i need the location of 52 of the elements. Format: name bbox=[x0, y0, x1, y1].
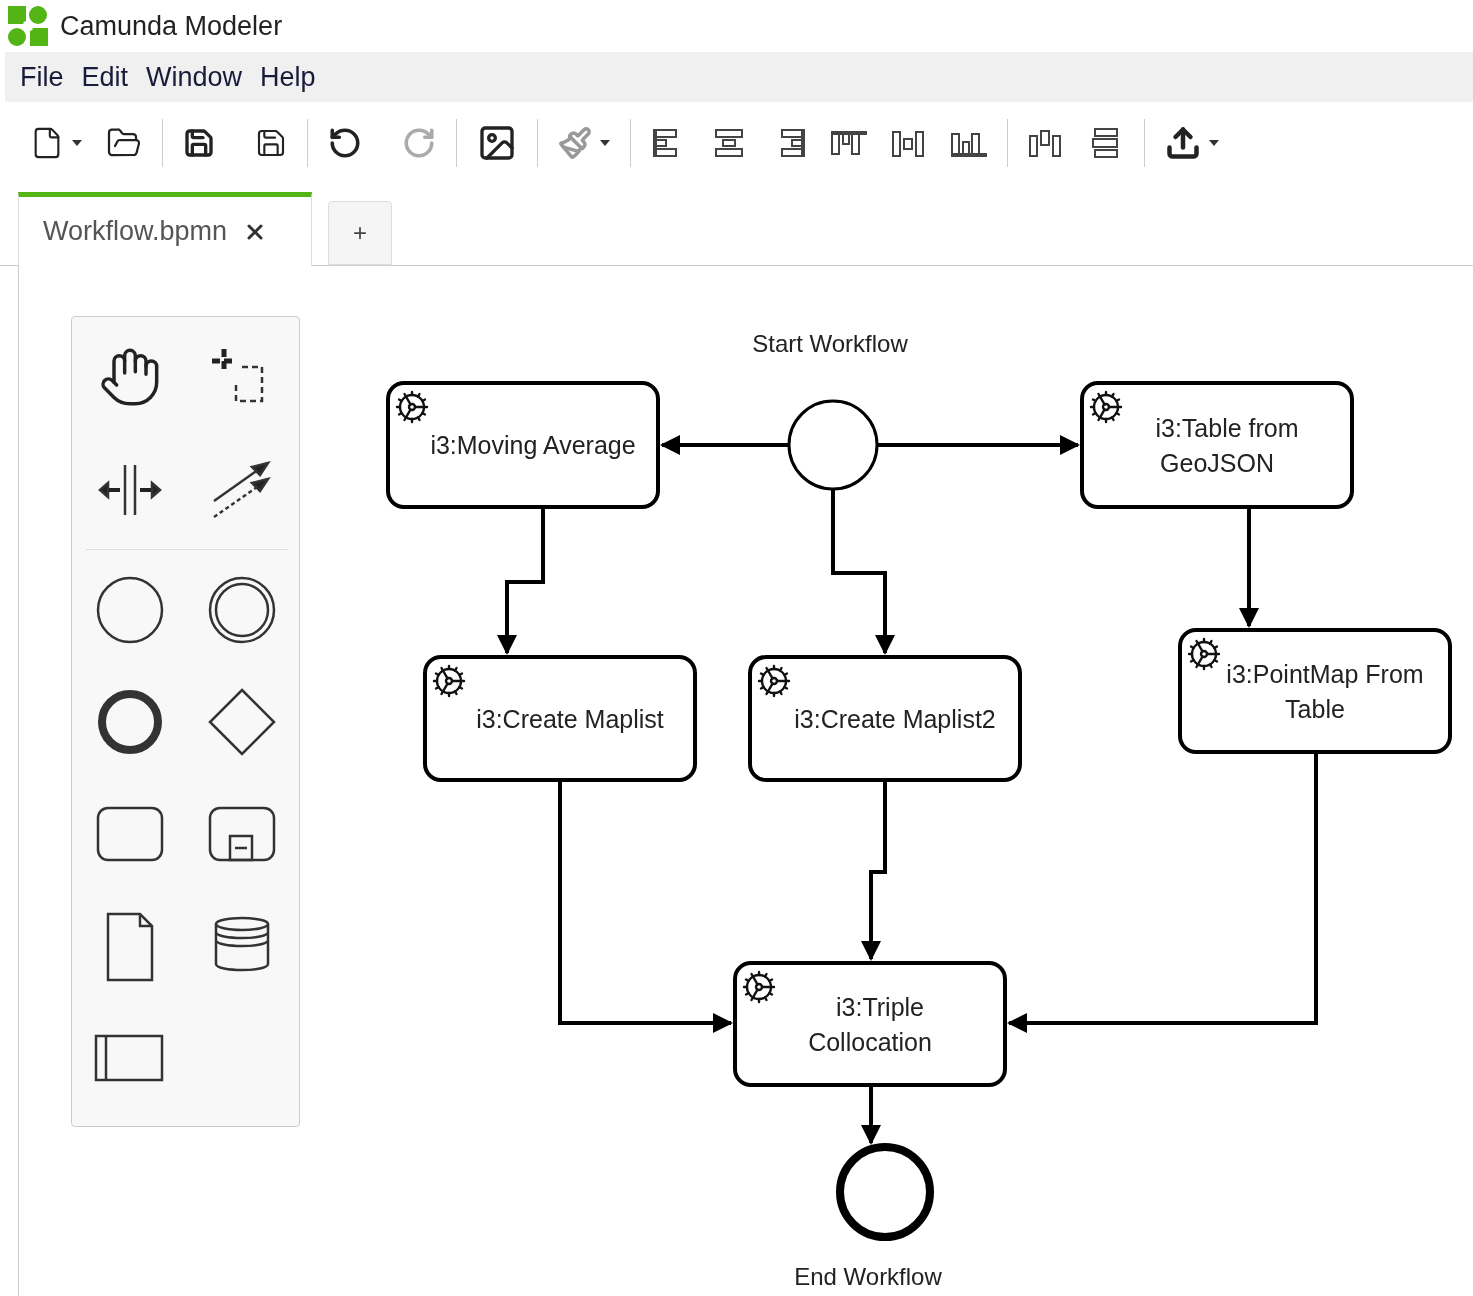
save-as-icon[interactable] bbox=[255, 127, 287, 159]
service-task[interactable]: i3:Create Maplist bbox=[423, 655, 697, 782]
save-icon[interactable] bbox=[183, 127, 215, 159]
menu-item[interactable]: File bbox=[13, 56, 71, 98]
sequence-flow-arrow[interactable] bbox=[1007, 752, 1318, 1033]
menu-item[interactable]: Window bbox=[139, 56, 250, 98]
image-icon[interactable] bbox=[477, 123, 517, 163]
sequence-flow-arrow[interactable] bbox=[877, 435, 1080, 455]
task-label: i3:Create Maplist2 bbox=[794, 704, 996, 733]
sequence-flow-arrow[interactable] bbox=[861, 1085, 881, 1145]
task-label: i3:PointMap From Table bbox=[1226, 660, 1424, 723]
gateway-icon[interactable] bbox=[206, 686, 278, 758]
event-label: Start Workflow bbox=[752, 330, 908, 357]
gear-icon bbox=[759, 666, 789, 696]
sequence-flow-arrow[interactable] bbox=[861, 780, 887, 961]
service-task[interactable]: i3:PointMap From Table bbox=[1178, 628, 1452, 754]
gear-icon bbox=[1189, 639, 1219, 669]
sequence-flow-arrow[interactable] bbox=[831, 489, 895, 655]
undo-icon[interactable] bbox=[328, 126, 362, 160]
gear-icon bbox=[397, 392, 427, 422]
tab-label: Workflow.bpmn bbox=[43, 215, 228, 249]
sequence-flow-arrow[interactable] bbox=[660, 435, 789, 455]
end-event[interactable] bbox=[836, 1143, 934, 1241]
caret-icon bbox=[1209, 140, 1219, 146]
app-logo-icon bbox=[8, 6, 48, 46]
start-event-icon[interactable] bbox=[94, 574, 166, 646]
menu-item[interactable]: Help bbox=[253, 56, 323, 98]
new-tab-button[interactable]: + bbox=[328, 201, 392, 265]
caret-icon bbox=[600, 140, 610, 146]
paintbrush-icon[interactable] bbox=[558, 126, 592, 160]
intermediate-event-icon[interactable] bbox=[206, 574, 278, 646]
window-title: Camunda Modeler bbox=[60, 9, 283, 43]
sequence-flow-arrow[interactable] bbox=[497, 507, 545, 655]
gear-icon bbox=[744, 972, 774, 1002]
sequence-flow-arrow[interactable] bbox=[1239, 507, 1259, 628]
gear-icon bbox=[1091, 392, 1121, 422]
service-task[interactable]: i3:Table from GeoJSON bbox=[1080, 381, 1354, 509]
file-tab[interactable]: Workflow.bpmn bbox=[18, 192, 312, 266]
menu-item[interactable]: Edit bbox=[74, 56, 136, 98]
event-label: End Workflow bbox=[794, 1263, 942, 1290]
service-task[interactable]: i3:Triple Collocation bbox=[733, 961, 1007, 1087]
task-label: i3:Table from GeoJSON bbox=[1155, 414, 1299, 477]
service-task[interactable]: i3:Create Maplist2 bbox=[748, 655, 1022, 782]
task-label: i3:Moving Average bbox=[430, 431, 636, 459]
upload-icon[interactable] bbox=[1165, 125, 1201, 161]
gear-icon bbox=[434, 666, 464, 696]
caret-icon bbox=[72, 140, 82, 146]
task-label: i3:Triple Collocation bbox=[808, 993, 932, 1056]
service-task[interactable]: i3:Moving Average bbox=[386, 381, 660, 509]
sequence-flow-arrow[interactable] bbox=[558, 780, 733, 1033]
task-label: i3:Create Maplist bbox=[476, 704, 664, 733]
start-event[interactable] bbox=[787, 399, 879, 491]
